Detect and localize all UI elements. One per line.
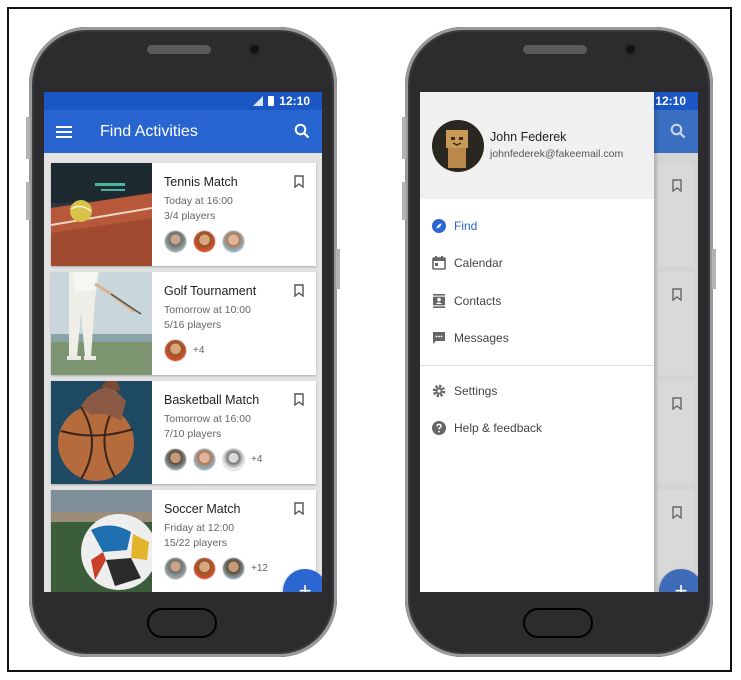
avatar[interactable] (222, 448, 245, 471)
speaker-grille (523, 45, 587, 54)
card-players: 7/10 players (164, 428, 222, 440)
avatar[interactable] (164, 557, 187, 580)
menu-icon[interactable] (56, 125, 72, 138)
drawer-item-label: Messages (454, 331, 509, 346)
power-button (336, 249, 340, 289)
bookmark-icon[interactable] (294, 284, 304, 297)
more-players-count: +4 (193, 345, 205, 356)
bookmark-icon (672, 397, 682, 410)
gear-icon (432, 384, 446, 397)
volume-button (402, 117, 406, 159)
home-button[interactable] (147, 608, 217, 638)
more-players-count: +4 (251, 454, 263, 465)
card-players: 15/22 players (164, 537, 228, 549)
app-title: Find Activities (100, 122, 198, 140)
avatar[interactable] (193, 557, 216, 580)
drawer-header: John Federek johnfederek@fakeemail.com (420, 92, 654, 199)
app-bar: Find Activities (44, 110, 322, 153)
bookmark-icon[interactable] (294, 393, 304, 406)
player-avatars: +4 (164, 339, 316, 362)
home-button[interactable] (523, 608, 593, 638)
volume-button (26, 182, 30, 220)
player-avatars (164, 230, 316, 253)
avatar[interactable] (222, 230, 245, 253)
card-time: Tomorrow at 10:00 (164, 304, 251, 316)
drawer-item-help[interactable]: Help & feedback (420, 410, 654, 448)
screen-nav-drawer: 12:10 + John Federek johnfederek@fakeema… (420, 92, 698, 592)
drawer-item-label: Calendar (454, 256, 503, 271)
player-avatars: +4 (164, 448, 316, 471)
user-email: johnfederek@fakeemail.com (490, 148, 624, 160)
calendar-icon (432, 256, 446, 271)
activity-card[interactable]: Soccer Match Friday at 12:00 15/22 playe… (51, 490, 316, 592)
drawer-divider (420, 365, 654, 366)
card-players: 5/16 players (164, 319, 222, 331)
avatar[interactable] (193, 448, 216, 471)
volume-button (26, 117, 30, 159)
activity-card[interactable]: Golf Tournament Tomorrow at 10:00 5/16 p… (51, 272, 316, 375)
drawer-item-find[interactable]: Find (420, 207, 654, 245)
volume-button (402, 182, 406, 220)
power-button (712, 249, 716, 289)
contacts-icon (433, 293, 445, 308)
help-icon (432, 421, 446, 436)
card-time: Tomorrow at 16:00 (164, 413, 251, 425)
status-time: 12:10 (279, 94, 310, 108)
compass-icon (432, 218, 446, 233)
avatar[interactable] (432, 120, 484, 172)
avatar[interactable] (193, 230, 216, 253)
front-camera (247, 42, 262, 57)
drawer-item-label: Find (454, 218, 478, 233)
screen-find-activities: 12:10 Find Activities Tennis Match Today… (44, 92, 322, 592)
status-time: 12:10 (655, 94, 686, 108)
speaker-grille (147, 45, 211, 54)
drawer-item-settings[interactable]: Settings (420, 372, 654, 410)
signal-icon (253, 96, 264, 106)
card-time: Friday at 12:00 (164, 522, 235, 534)
user-name: John Federek (490, 130, 567, 144)
drawer-item-label: Settings (454, 383, 498, 398)
bookmark-icon (672, 506, 682, 519)
drawer-item-label: Contacts (454, 293, 502, 308)
avatar[interactable] (164, 339, 187, 362)
more-players-count: +12 (251, 563, 268, 574)
battery-icon (268, 96, 275, 106)
tennis-image (51, 163, 152, 266)
navigation-drawer: John Federek johnfederek@fakeemail.com F… (420, 92, 654, 592)
front-camera (623, 42, 638, 57)
avatar[interactable] (222, 557, 245, 580)
basketball-image (51, 381, 152, 484)
drawer-item-messages[interactable]: Messages (420, 320, 654, 358)
bookmark-icon (672, 288, 682, 301)
activity-list: Tennis Match Today at 16:00 3/4 players (44, 153, 322, 592)
search-icon[interactable] (670, 123, 686, 139)
soccer-image (51, 490, 152, 592)
card-time: Today at 16:00 (164, 195, 233, 207)
bookmark-icon (672, 179, 682, 192)
bookmark-icon[interactable] (294, 175, 304, 188)
phone-left: 12:10 Find Activities Tennis Match Today… (26, 27, 340, 657)
search-icon[interactable] (294, 123, 310, 139)
golf-image (51, 272, 152, 375)
activity-card[interactable]: Tennis Match Today at 16:00 3/4 players (51, 163, 316, 266)
phone-right: 12:10 + John Federek johnfederek@fakeema… (402, 27, 716, 657)
bookmark-icon[interactable] (294, 502, 304, 515)
status-bar: 12:10 (44, 92, 322, 110)
avatar[interactable] (164, 448, 187, 471)
drawer-item-contacts[interactable]: Contacts (420, 282, 654, 320)
drawer-item-label: Help & feedback (454, 421, 543, 436)
drawer-item-calendar[interactable]: Calendar (420, 245, 654, 283)
activity-card[interactable]: Basketball Match Tomorrow at 16:00 7/10 … (51, 381, 316, 484)
avatar[interactable] (164, 230, 187, 253)
card-players: 3/4 players (164, 210, 216, 222)
message-icon (433, 332, 445, 345)
